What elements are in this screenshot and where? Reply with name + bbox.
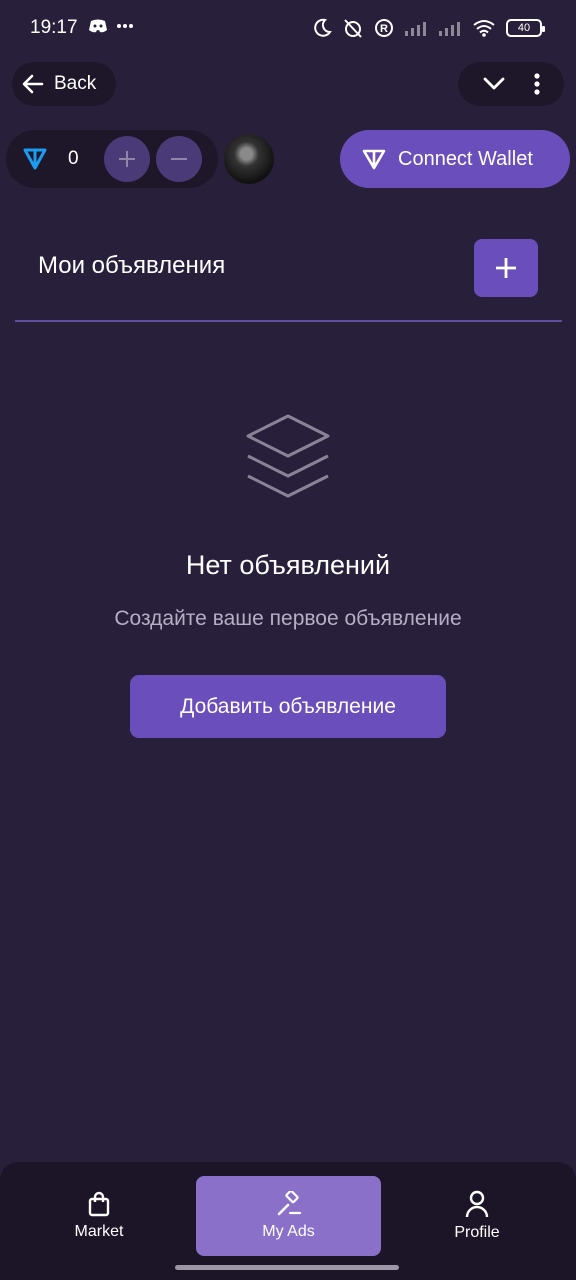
home-indicator[interactable] bbox=[175, 1265, 399, 1270]
chevron-down-icon[interactable] bbox=[482, 76, 506, 92]
status-notification-icons bbox=[88, 18, 134, 34]
gavel-icon bbox=[277, 1191, 301, 1216]
create-ad-button[interactable]: Добавить объявление bbox=[130, 675, 446, 738]
connect-wallet-label: Connect Wallet bbox=[398, 147, 533, 170]
withdraw-button[interactable] bbox=[156, 136, 202, 182]
signal-icon-2 bbox=[439, 22, 460, 36]
app-screen: 19:17 R 40 Back 0 Connect Wallet Мои объ… bbox=[0, 0, 576, 1280]
minus-icon bbox=[171, 158, 187, 160]
page-title: Мои объявления bbox=[38, 252, 226, 279]
ton-icon bbox=[362, 149, 386, 170]
nav-item-market[interactable]: Market bbox=[30, 1176, 168, 1256]
connect-wallet-button[interactable]: Connect Wallet bbox=[340, 130, 570, 188]
add-ad-button[interactable] bbox=[474, 239, 538, 297]
ton-icon bbox=[23, 148, 47, 170]
nav-item-my-ads[interactable]: My Ads bbox=[196, 1176, 381, 1256]
nav-label-profile: Profile bbox=[454, 1224, 500, 1241]
divider bbox=[15, 320, 562, 322]
status-system-icons: R 40 bbox=[312, 17, 545, 39]
person-icon bbox=[465, 1190, 489, 1218]
nav-label-market: Market bbox=[74, 1223, 124, 1240]
registered-icon: R bbox=[375, 19, 393, 37]
empty-state-subtitle: Создайте ваше первое объявление bbox=[114, 607, 462, 630]
back-label: Back bbox=[54, 73, 97, 94]
battery-level: 40 bbox=[517, 22, 531, 34]
avatar[interactable] bbox=[224, 134, 274, 184]
shopping-bag-icon bbox=[88, 1191, 110, 1217]
ton-balance-pill: 0 bbox=[6, 130, 218, 188]
status-time: 19:17 bbox=[30, 17, 78, 38]
plus-icon bbox=[496, 258, 516, 278]
nav-item-profile[interactable]: Profile bbox=[408, 1176, 546, 1256]
svg-text:R: R bbox=[380, 23, 388, 35]
moon-icon bbox=[314, 18, 332, 37]
wifi-icon bbox=[473, 20, 495, 37]
bottom-nav: Market My Ads Profile bbox=[0, 1162, 576, 1280]
layers-icon bbox=[246, 414, 330, 498]
balance-value: 0 bbox=[68, 148, 79, 169]
back-button[interactable]: Back bbox=[12, 62, 116, 106]
plus-icon bbox=[119, 151, 135, 167]
battery-indicator: 40 bbox=[506, 19, 545, 37]
discord-icon bbox=[89, 19, 107, 33]
more-vertical-icon[interactable] bbox=[533, 72, 541, 96]
create-ad-label: Добавить объявление bbox=[180, 694, 396, 718]
arrow-left-icon bbox=[22, 74, 44, 94]
nav-label-my-ads: My Ads bbox=[262, 1223, 315, 1240]
alarm-off-icon bbox=[344, 19, 362, 38]
empty-state-title: Нет объявлений bbox=[185, 550, 391, 580]
more-dots-icon bbox=[117, 24, 133, 28]
status-bar: 19:17 R 40 bbox=[0, 0, 576, 60]
deposit-button[interactable] bbox=[104, 136, 150, 182]
signal-icon bbox=[405, 22, 426, 36]
mini-app-menu bbox=[458, 62, 564, 106]
